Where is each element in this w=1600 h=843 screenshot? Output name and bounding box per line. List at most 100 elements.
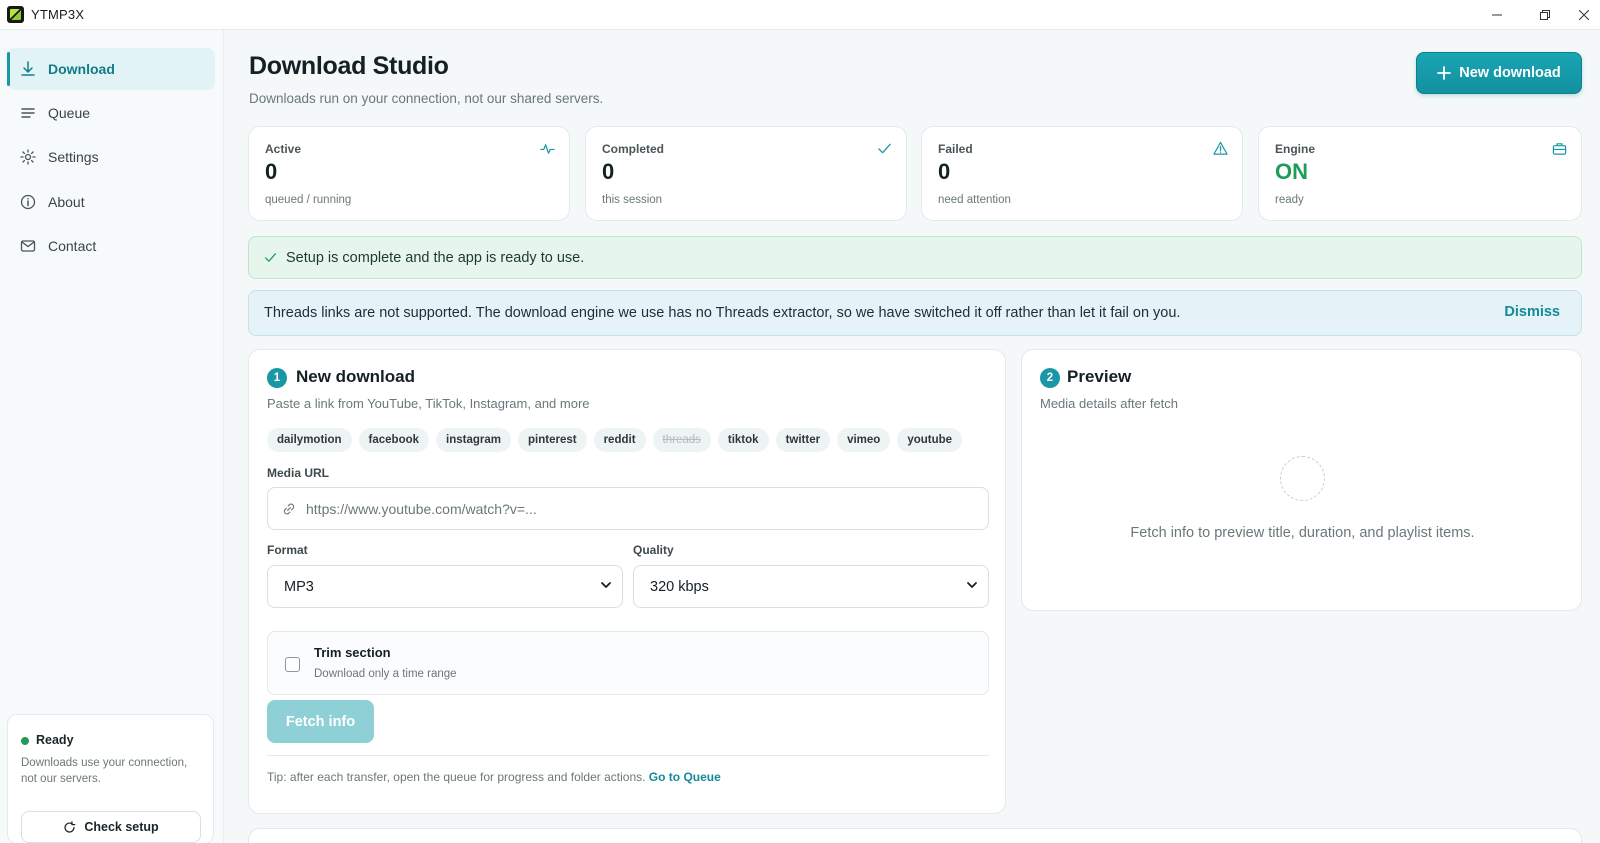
media-url-label: Media URL	[267, 466, 330, 480]
activity-icon	[540, 141, 555, 156]
media-url-field[interactable]	[267, 487, 989, 530]
close-icon	[1579, 10, 1589, 20]
minimize-icon	[1492, 14, 1502, 16]
platform-chip-vimeo[interactable]: vimeo	[837, 428, 891, 452]
platform-chip-reddit[interactable]: reddit	[593, 428, 646, 452]
platform-chips: dailymotion facebook instagram pinterest…	[267, 428, 963, 452]
stat-value: ON	[1275, 159, 1308, 184]
loading-spinner-icon	[1280, 456, 1325, 501]
app-logo-icon	[7, 6, 24, 23]
sidebar-item-download[interactable]: Download	[7, 48, 215, 90]
sidebar-item-about[interactable]: About	[7, 181, 215, 223]
platform-chip-dailymotion[interactable]: dailymotion	[267, 428, 352, 452]
sidebar-item-queue[interactable]: Queue	[7, 92, 215, 134]
page-subtitle: Downloads run on your connection, not ou…	[249, 91, 604, 106]
stat-note: queued / running	[265, 194, 352, 206]
restore-button[interactable]	[1522, 0, 1568, 30]
sidebar-item-label: Download	[48, 61, 115, 77]
quality-value: 320 kbps	[650, 578, 709, 595]
check-setup-label: Check setup	[84, 820, 159, 834]
stat-card-failed: Failed 0 need attention	[921, 126, 1243, 221]
trim-section-checkbox[interactable]	[285, 657, 300, 672]
chevron-down-icon	[600, 579, 612, 595]
plus-icon	[1437, 66, 1452, 80]
new-download-subtitle: Paste a link from YouTube, TikTok, Insta…	[267, 396, 590, 411]
close-button[interactable]	[1568, 0, 1600, 30]
sidebar-item-label: About	[48, 194, 85, 210]
stat-value: 0	[265, 159, 278, 184]
app-title: YTMP3X	[31, 7, 85, 22]
new-download-card: 1 New download Paste a link from YouTube…	[248, 349, 1006, 814]
fetch-info-button[interactable]: Fetch info	[267, 700, 374, 743]
stat-card-engine: Engine ON ready	[1258, 126, 1582, 221]
divider	[267, 755, 989, 756]
go-to-queue-link[interactable]: Go to Queue	[649, 770, 721, 784]
sidebar-item-label: Contact	[48, 238, 97, 254]
step-badge: 1	[267, 368, 287, 388]
sidebar-item-settings[interactable]: Settings	[7, 136, 215, 178]
format-label: Format	[267, 543, 308, 557]
platform-chip-instagram[interactable]: instagram	[436, 428, 511, 452]
stat-label: Engine	[1275, 142, 1316, 156]
platform-chip-tiktok[interactable]: tiktok	[717, 428, 769, 452]
setup-success-alert: Setup is complete and the app is ready t…	[248, 236, 1582, 279]
info-alert-text: Threads links are not supported. The dow…	[264, 305, 1181, 321]
gear-icon	[20, 149, 36, 165]
platform-chip-twitter[interactable]: twitter	[775, 428, 831, 452]
queue-tip: Tip: after each transfer, open the queue…	[267, 770, 721, 784]
format-value: MP3	[284, 578, 314, 595]
step-badge: 2	[1040, 368, 1060, 388]
stat-note: this session	[602, 194, 663, 206]
page-title: Download Studio	[249, 52, 449, 80]
platform-chip-facebook[interactable]: facebook	[358, 428, 430, 452]
threads-info-alert: Threads links are not supported. The dow…	[248, 290, 1582, 336]
link-icon	[283, 503, 295, 514]
stat-label: Completed	[602, 142, 665, 156]
new-download-label: New download	[1459, 65, 1561, 81]
restore-icon	[1540, 10, 1550, 20]
platform-chip-youtube[interactable]: youtube	[897, 428, 963, 452]
check-setup-button[interactable]: Check setup	[21, 811, 201, 843]
platform-chip-threads: threads	[652, 428, 711, 452]
status-text: Downloads use your connection, not our s…	[21, 757, 188, 785]
stat-label: Failed	[938, 142, 973, 156]
chevron-down-icon	[966, 579, 978, 595]
platform-chip-pinterest[interactable]: pinterest	[518, 428, 587, 452]
stat-note: ready	[1275, 194, 1304, 206]
dismiss-button[interactable]: Dismiss	[1504, 304, 1560, 320]
check-icon	[877, 141, 892, 156]
trim-section-option: Trim section Download only a time range	[267, 631, 989, 695]
tip-text: Tip: after each transfer, open the queue…	[267, 770, 646, 784]
status-dot-icon	[21, 737, 29, 745]
trim-section-subtitle: Download only a time range	[314, 668, 457, 680]
preview-card: 2 Preview Media details after fetch Fetc…	[1021, 349, 1582, 611]
format-select[interactable]: MP3	[267, 565, 623, 608]
preview-title: Preview	[1067, 367, 1132, 386]
status-title: Ready	[36, 733, 74, 747]
sidebar: Download Queue Settings About Contact Re…	[0, 30, 224, 843]
info-icon	[20, 194, 36, 210]
warning-icon	[1213, 141, 1228, 156]
stat-note: need attention	[938, 194, 1011, 206]
new-download-title: New download	[296, 367, 415, 386]
bottom-card	[248, 828, 1582, 843]
minimize-button[interactable]	[1474, 0, 1520, 30]
title-bar: YTMP3X	[0, 0, 1600, 30]
media-url-input[interactable]	[306, 500, 966, 517]
stat-card-active: Active 0 queued / running	[248, 126, 570, 221]
status-card: Ready Downloads use your connection, not…	[7, 714, 214, 843]
sidebar-item-contact[interactable]: Contact	[7, 225, 215, 267]
briefcase-icon	[1552, 141, 1567, 156]
sidebar-item-label: Queue	[48, 105, 91, 121]
quality-select[interactable]: 320 kbps	[633, 565, 989, 608]
mail-icon	[20, 238, 36, 254]
check-icon	[264, 253, 277, 262]
stat-value: 0	[938, 159, 951, 184]
new-download-button[interactable]: New download	[1416, 52, 1582, 94]
quality-label: Quality	[633, 543, 674, 557]
trim-section-title: Trim section	[314, 645, 391, 660]
preview-empty-text: Fetch info to preview title, duration, a…	[1130, 525, 1475, 541]
sidebar-item-label: Settings	[48, 149, 99, 165]
preview-subtitle: Media details after fetch	[1040, 396, 1179, 411]
stat-label: Active	[265, 142, 302, 156]
